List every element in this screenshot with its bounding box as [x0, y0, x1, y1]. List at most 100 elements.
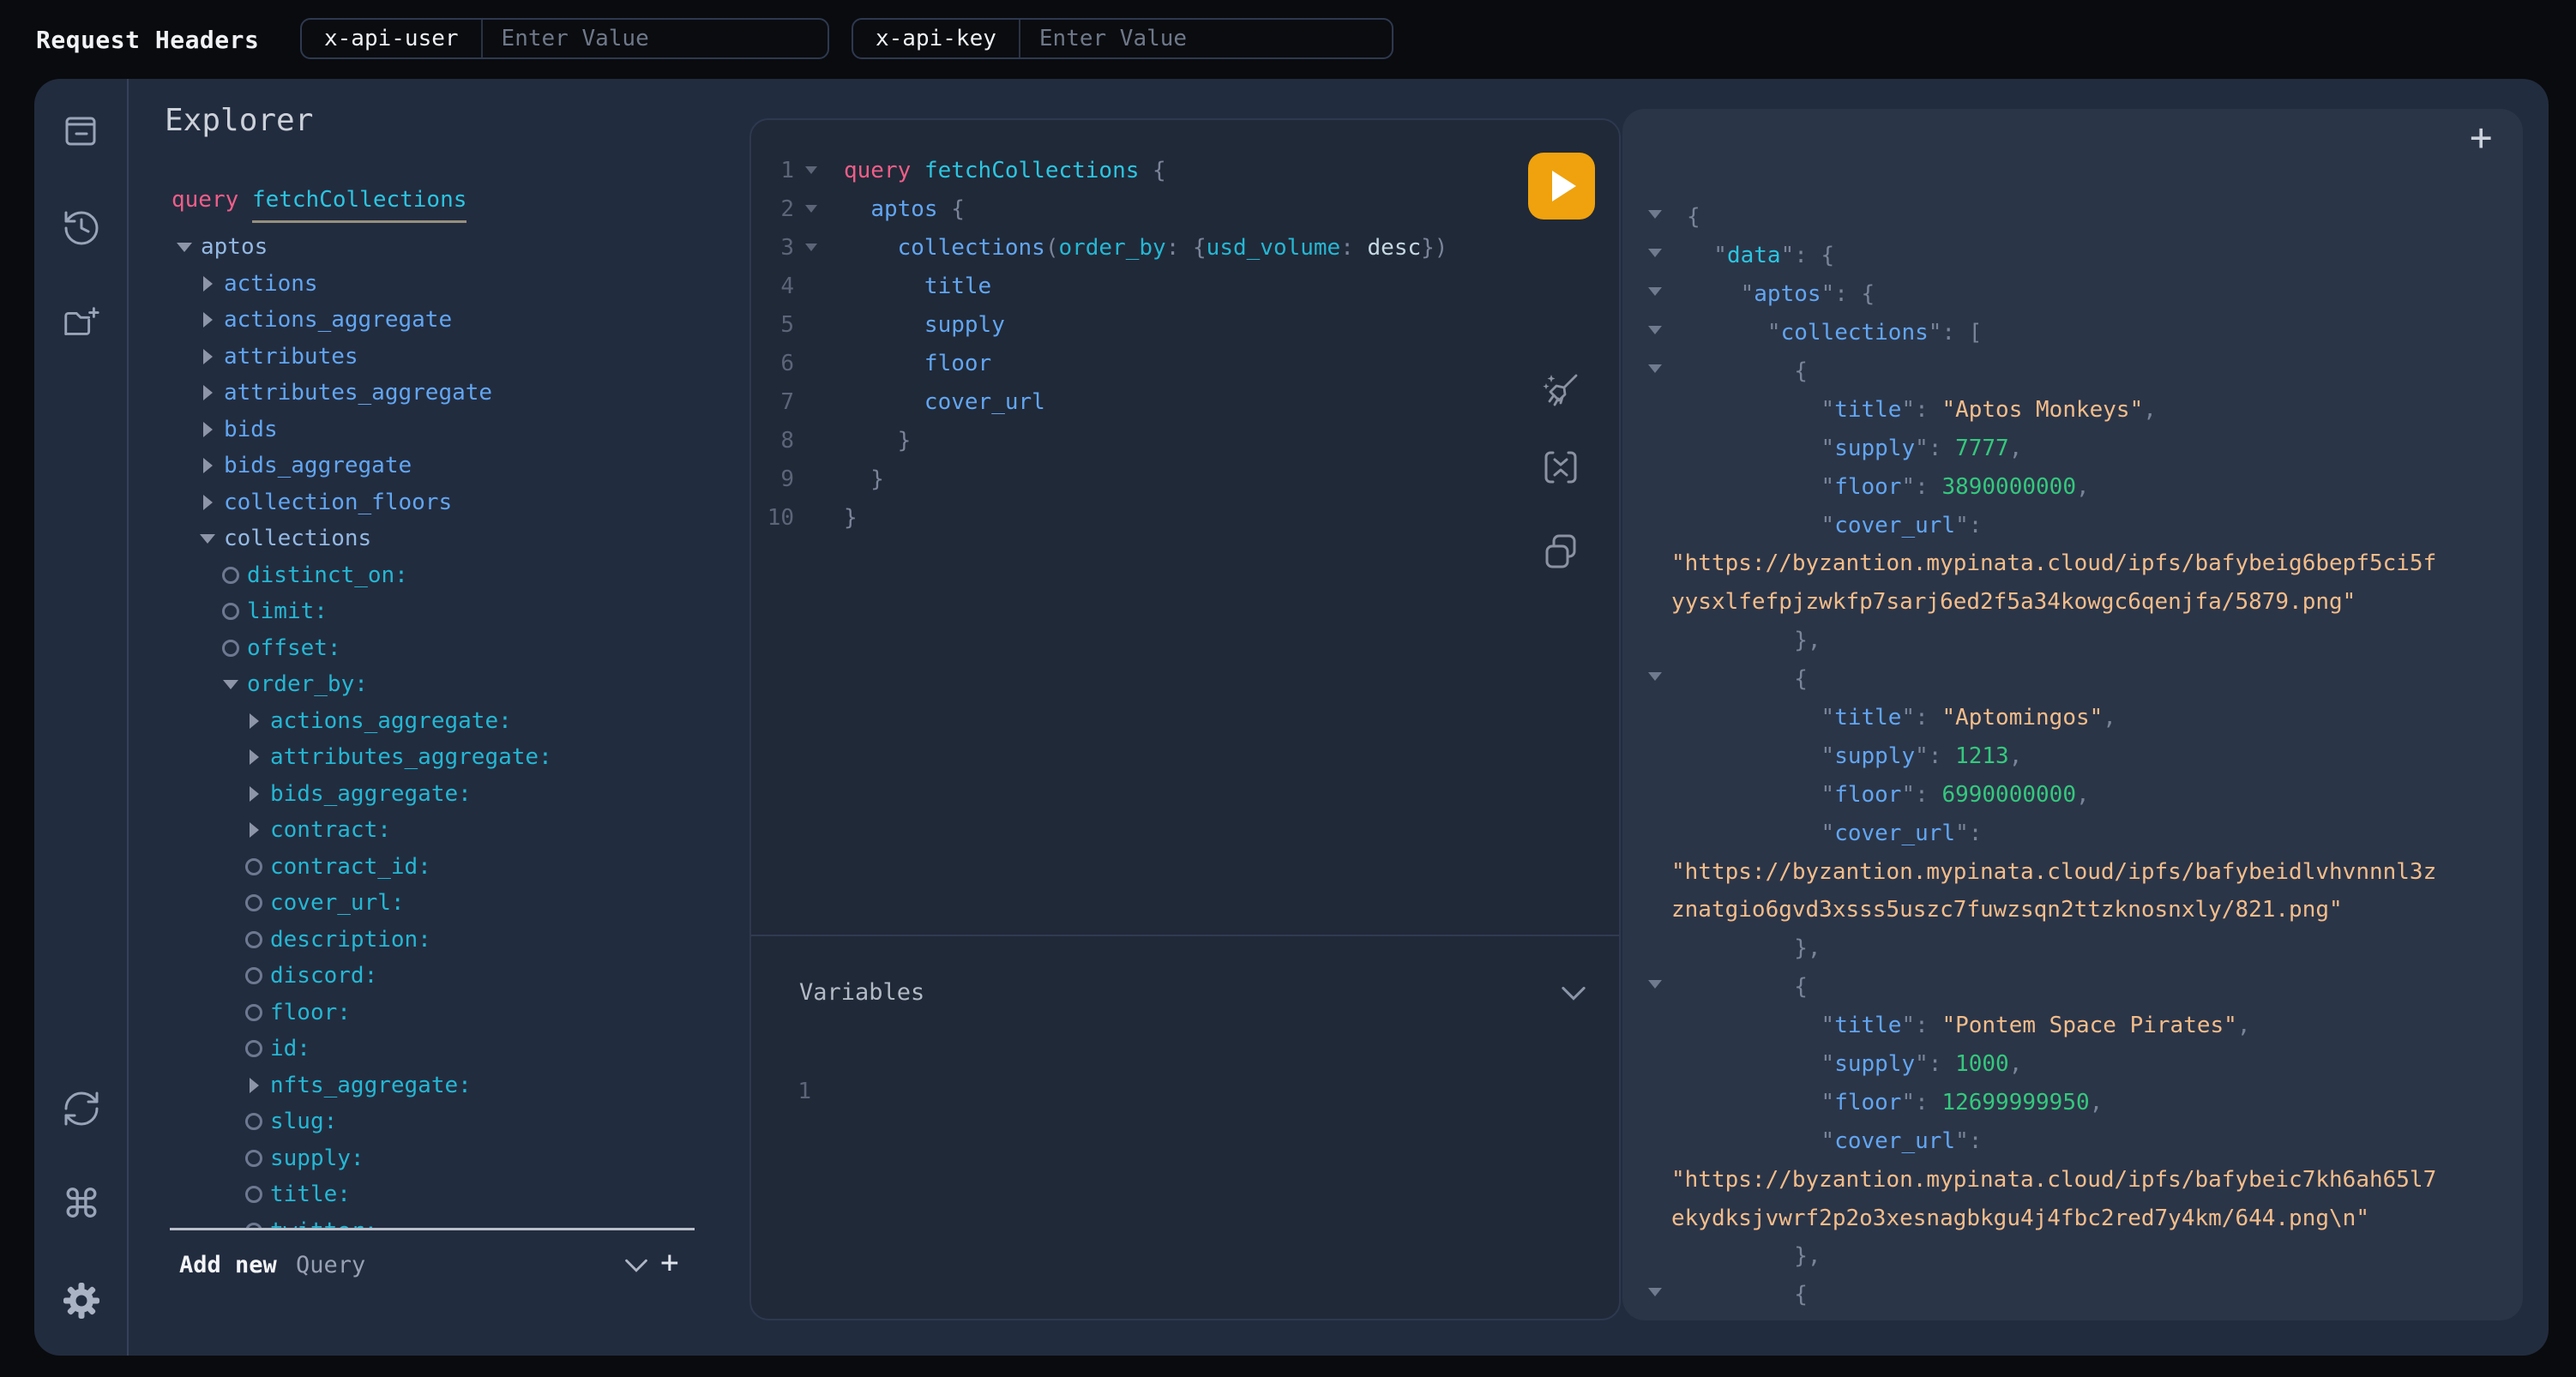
- json-collapse-icon[interactable]: [1648, 210, 1662, 219]
- fold-icon[interactable]: [805, 205, 817, 213]
- tree-row-twitter[interactable]: twitter:: [130, 1213, 784, 1229]
- new-tab-button[interactable]: +: [2470, 116, 2493, 159]
- code-segment: "Aptos Monkeys": [1941, 397, 2143, 423]
- tree-row-slug[interactable]: slug:: [130, 1103, 784, 1140]
- operation-row[interactable]: query fetchCollections: [172, 187, 466, 213]
- tree-row-title[interactable]: title:: [130, 1176, 784, 1213]
- triangle-expand-icon[interactable]: [203, 312, 213, 328]
- tree-row-actions_aggregate[interactable]: actions_aggregate:: [130, 703, 784, 740]
- prettify-button[interactable]: [1540, 370, 1581, 411]
- code-segment: ": {: [1781, 243, 1835, 268]
- tree-row-contract[interactable]: contract:: [130, 812, 784, 849]
- radio-circle-icon[interactable]: [245, 1150, 262, 1167]
- tree-row-collections[interactable]: collections: [130, 520, 784, 557]
- code-segment: ":: [1955, 513, 1982, 538]
- tree-row-actions_aggregate[interactable]: actions_aggregate: [130, 302, 784, 339]
- shortcut-keys-button[interactable]: ⌘: [61, 1183, 102, 1224]
- tree-row-bids_aggregate[interactable]: bids_aggregate: [130, 448, 784, 484]
- variables-title[interactable]: Variables: [799, 979, 924, 1006]
- radio-circle-icon[interactable]: [245, 1186, 262, 1203]
- x-api-user-value-input[interactable]: [483, 20, 828, 57]
- operation-type-chevron[interactable]: [624, 1259, 648, 1276]
- add-collection-button[interactable]: [61, 303, 102, 344]
- operation-type-select[interactable]: Query: [296, 1252, 365, 1278]
- code-segment: {: [1687, 204, 1700, 230]
- tree-row-contract_id[interactable]: contract_id:: [130, 849, 784, 886]
- radio-circle-icon[interactable]: [245, 1113, 262, 1130]
- settings-button[interactable]: [61, 1280, 102, 1321]
- radio-circle-icon[interactable]: [222, 640, 239, 657]
- json-collapse-icon[interactable]: [1648, 287, 1662, 296]
- json-collapse-icon[interactable]: [1648, 672, 1662, 681]
- triangle-collapse-icon[interactable]: [223, 680, 238, 689]
- variables-collapse-button[interactable]: [1561, 986, 1586, 1004]
- tree-row-actions[interactable]: actions: [130, 266, 784, 303]
- triangle-expand-icon[interactable]: [203, 458, 213, 473]
- radio-circle-icon[interactable]: [245, 1040, 262, 1057]
- response-row: "title": "Aptos Monkeys",: [1622, 390, 2523, 429]
- json-collapse-icon[interactable]: [1648, 1288, 1662, 1296]
- tree-row-supply[interactable]: supply:: [130, 1140, 784, 1177]
- query-editor[interactable]: 1query fetchCollections {2 aptos {3 coll…: [751, 151, 1619, 537]
- triangle-expand-icon[interactable]: [250, 786, 259, 802]
- code-segment: fetchCollections: [924, 158, 1139, 183]
- triangle-expand-icon[interactable]: [203, 385, 213, 400]
- tree-row-aptos[interactable]: aptos: [130, 229, 784, 266]
- triangle-collapse-icon[interactable]: [177, 243, 192, 252]
- refresh-schema-button[interactable]: [61, 1088, 102, 1129]
- triangle-expand-icon[interactable]: [250, 749, 259, 765]
- triangle-expand-icon[interactable]: [250, 822, 259, 838]
- response-row: {: [1622, 352, 2523, 391]
- triangle-expand-icon[interactable]: [250, 713, 259, 729]
- add-operation-button[interactable]: +: [660, 1245, 679, 1280]
- radio-circle-icon[interactable]: [222, 603, 239, 620]
- tree-row-attributes_aggregate[interactable]: attributes_aggregate: [130, 375, 784, 412]
- radio-circle-icon[interactable]: [245, 1004, 262, 1021]
- radio-circle-icon[interactable]: [245, 858, 262, 875]
- editor-line-2: 2 aptos {: [751, 189, 1619, 228]
- triangle-expand-icon[interactable]: [203, 422, 213, 437]
- editor-line-1: 1query fetchCollections {: [751, 151, 1619, 189]
- response-row: "supply": 7777,: [1622, 429, 2523, 467]
- triangle-expand-icon[interactable]: [203, 349, 213, 364]
- triangle-expand-icon[interactable]: [203, 495, 213, 510]
- docs-button[interactable]: [61, 111, 102, 152]
- tree-row-floor[interactable]: floor:: [130, 995, 784, 1031]
- tree-row-id[interactable]: id:: [130, 1031, 784, 1067]
- triangle-collapse-icon[interactable]: [200, 534, 215, 544]
- tree-row-order_by[interactable]: order_by:: [130, 666, 784, 703]
- execute-query-button[interactable]: [1528, 153, 1595, 219]
- tree-label: collection_floors: [224, 490, 452, 515]
- radio-circle-icon[interactable]: [245, 967, 262, 984]
- fold-icon[interactable]: [805, 244, 817, 251]
- triangle-expand-icon[interactable]: [203, 276, 213, 292]
- json-collapse-icon[interactable]: [1648, 364, 1662, 373]
- tree-row-collection_floors[interactable]: collection_floors: [130, 484, 784, 521]
- fold-icon[interactable]: [805, 166, 817, 174]
- tree-row-limit[interactable]: limit:: [130, 593, 784, 630]
- json-collapse-icon[interactable]: [1648, 326, 1662, 334]
- radio-circle-icon[interactable]: [245, 931, 262, 948]
- tree-row-description[interactable]: description:: [130, 922, 784, 959]
- tree-row-bids[interactable]: bids: [130, 412, 784, 448]
- tree-row-discord[interactable]: discord:: [130, 958, 784, 995]
- x-api-key-value-input[interactable]: [1020, 20, 1392, 57]
- history-button[interactable]: [61, 207, 102, 249]
- tree-row-attributes_aggregate[interactable]: attributes_aggregate:: [130, 739, 784, 776]
- triangle-expand-icon[interactable]: [250, 1078, 259, 1093]
- prettify-icon: [1540, 370, 1581, 411]
- tree-row-distinct_on[interactable]: distinct_on:: [130, 557, 784, 594]
- tree-row-bids_aggregate[interactable]: bids_aggregate:: [130, 776, 784, 813]
- json-collapse-icon[interactable]: [1648, 980, 1662, 989]
- json-collapse-icon[interactable]: [1648, 249, 1662, 257]
- radio-circle-icon[interactable]: [245, 894, 262, 911]
- radio-circle-icon[interactable]: [222, 567, 239, 584]
- code-segment: collections: [898, 235, 1045, 261]
- operation-name[interactable]: fetchCollections: [252, 187, 466, 223]
- tree-row-cover_url[interactable]: cover_url:: [130, 885, 784, 922]
- tree-row-nfts_aggregate[interactable]: nfts_aggregate:: [130, 1067, 784, 1104]
- merge-fragments-button[interactable]: [1540, 447, 1581, 488]
- tree-row-attributes[interactable]: attributes: [130, 339, 784, 376]
- tree-row-offset[interactable]: offset:: [130, 630, 784, 667]
- copy-query-button[interactable]: [1540, 531, 1581, 572]
